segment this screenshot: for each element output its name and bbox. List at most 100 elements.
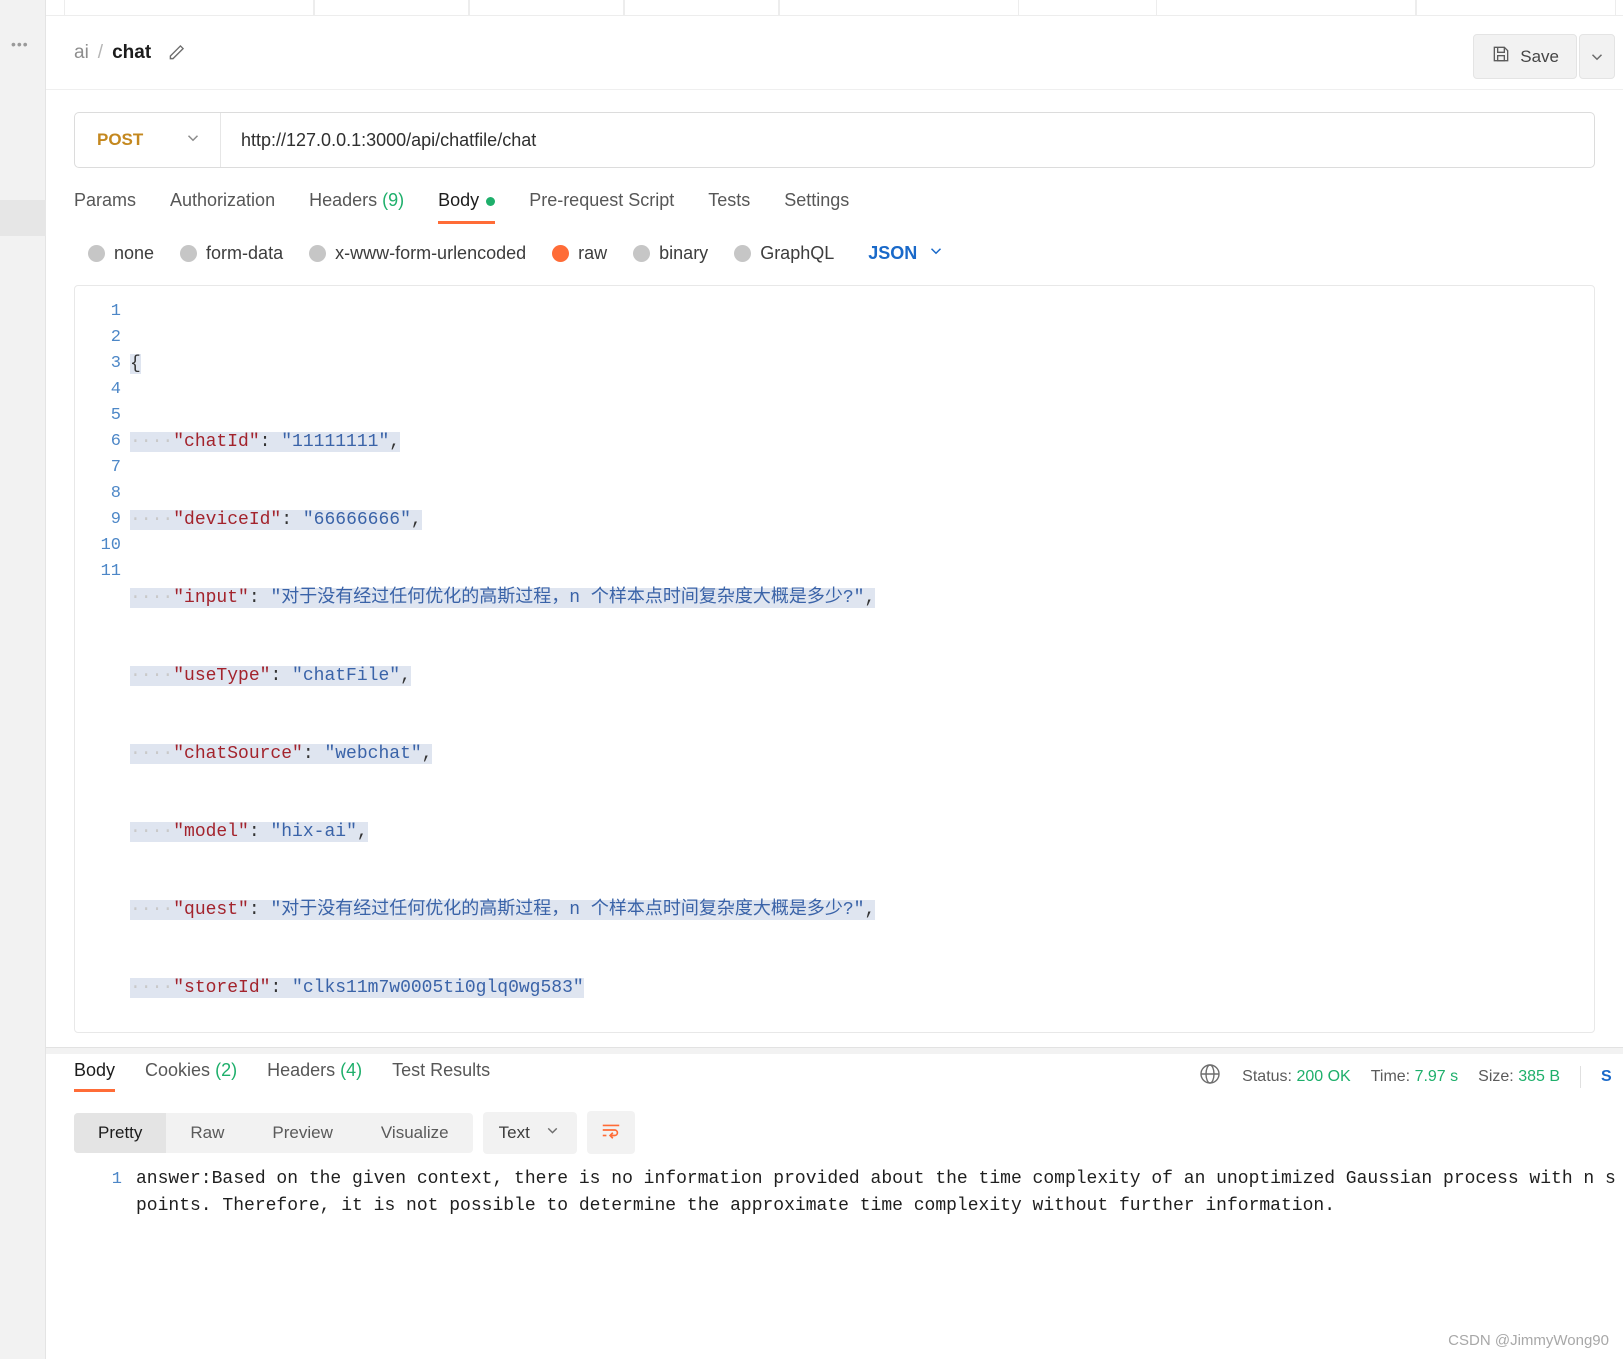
request-header: ai / chat Save xyxy=(46,16,1623,90)
code-value: "对于没有经过任何优化的高斯过程，n 个样本点时间复杂度大概是多少?" xyxy=(270,588,865,608)
response-line-numbers: 1 xyxy=(74,1166,136,1359)
globe-icon[interactable] xyxy=(1198,1062,1222,1091)
save-button[interactable]: Save xyxy=(1473,34,1577,79)
size-value: 385 B xyxy=(1518,1067,1560,1085)
body-type-form-data[interactable]: form-data xyxy=(180,243,283,264)
rail-more-options-icon[interactable]: ••• xyxy=(11,37,35,51)
tab-label: Settings xyxy=(784,190,850,210)
tab-label: Headers xyxy=(309,190,378,210)
code-key: "input" xyxy=(173,588,249,608)
tab-label: Params xyxy=(74,190,137,210)
body-type-raw[interactable]: raw xyxy=(552,243,607,264)
breadcrumb: ai / chat xyxy=(74,42,187,64)
response-tab-headers[interactable]: Headers (4) xyxy=(267,1060,362,1092)
rail-active-indicator[interactable] xyxy=(0,200,46,236)
tab-tests[interactable]: Tests xyxy=(708,190,750,224)
save-button-label: Save xyxy=(1520,46,1559,66)
line-number: 11 xyxy=(100,562,121,581)
view-raw[interactable]: Raw xyxy=(166,1113,248,1153)
save-response-link[interactable]: S xyxy=(1601,1068,1613,1086)
header-actions: Save xyxy=(1473,34,1615,79)
response-body: 1 answer:Based on the given context, the… xyxy=(74,1166,1623,1359)
status-badge: Status: 200 OK xyxy=(1242,1068,1351,1086)
response-tabs: Body Cookies (2) Headers (4) Test Result… xyxy=(74,1060,490,1092)
body-type-label: form-data xyxy=(206,243,284,263)
save-options-button[interactable] xyxy=(1579,34,1615,79)
request-body-editor[interactable]: 1 2 3 4 5 6 7 8 9 10 11 { ····"chatId": … xyxy=(74,285,1595,1033)
code-token: , xyxy=(389,432,401,452)
breadcrumb-parent[interactable]: ai xyxy=(74,42,89,64)
code-value: "chatFile" xyxy=(292,666,401,686)
time-badge: Time: 7.97 s xyxy=(1371,1068,1458,1086)
code-line: ····"chatId": "11111111", xyxy=(130,432,401,452)
tab-stub[interactable] xyxy=(314,0,469,16)
line-number: 7 xyxy=(110,458,121,477)
wrap-lines-button[interactable] xyxy=(586,1111,635,1154)
tab-stub[interactable] xyxy=(1416,0,1616,16)
body-type-label: x-www-form-urlencoded xyxy=(335,243,527,263)
editor-content[interactable]: { ····"chatId": "11111111", ····"deviceI… xyxy=(130,286,1594,1032)
status-label: Status: xyxy=(1242,1067,1292,1085)
tab-settings[interactable]: Settings xyxy=(784,190,849,224)
tab-headers[interactable]: Headers (9) xyxy=(309,190,404,224)
body-type-graphql[interactable]: GraphQL xyxy=(734,243,834,264)
tab-stub[interactable] xyxy=(1156,0,1416,16)
code-key: "chatSource" xyxy=(173,744,303,764)
code-token: { xyxy=(130,354,141,374)
response-tab-body[interactable]: Body xyxy=(74,1060,116,1092)
cookies-count: (2) xyxy=(215,1060,238,1080)
response-type-label: Text xyxy=(498,1122,530,1142)
method-label: POST xyxy=(97,130,144,149)
url-bar: POST http://127.0.0.1:3000/api/chatfile/… xyxy=(74,112,1595,168)
view-preview[interactable]: Preview xyxy=(248,1113,356,1153)
url-input[interactable]: http://127.0.0.1:3000/api/chatfile/chat xyxy=(221,113,1594,167)
tab-authorization[interactable]: Authorization xyxy=(170,190,275,224)
radio-icon xyxy=(180,245,198,262)
response-meta: Status: 200 OK Time: 7.97 s Size: 385 B … xyxy=(1198,1062,1613,1091)
body-modified-dot-icon xyxy=(486,196,496,206)
tab-pre-request-script[interactable]: Pre-request Script xyxy=(529,190,674,224)
tab-stub[interactable] xyxy=(779,0,1019,16)
code-token: , xyxy=(421,744,433,764)
code-line: ····"storeId": "clks11m7w0005ti0glq0wg58… xyxy=(130,978,584,998)
body-type-none[interactable]: none xyxy=(88,243,154,264)
tab-stub[interactable] xyxy=(469,0,624,16)
line-number: 8 xyxy=(110,484,121,503)
method-select[interactable]: POST xyxy=(75,113,221,167)
editor-line-numbers: 1 2 3 4 5 6 7 8 9 10 11 xyxy=(75,286,130,1032)
tab-params[interactable]: Params xyxy=(74,190,136,224)
body-type-label: binary xyxy=(659,243,709,263)
request-tabs: Params Authorization Headers (9) Body Pr… xyxy=(46,168,1623,224)
view-visualize[interactable]: Visualize xyxy=(357,1113,473,1153)
code-value: "hix-ai" xyxy=(270,822,357,842)
tab-label: Body xyxy=(74,1060,116,1080)
left-rail: ••• xyxy=(0,0,46,1359)
body-type-binary[interactable]: binary xyxy=(633,243,708,264)
radio-icon xyxy=(734,245,752,262)
view-pretty[interactable]: Pretty xyxy=(74,1112,167,1153)
response-tab-test-results[interactable]: Test Results xyxy=(392,1060,490,1092)
body-type-x-www-form-urlencoded[interactable]: x-www-form-urlencoded xyxy=(309,243,526,264)
code-token: , xyxy=(410,510,422,530)
code-token: , xyxy=(864,900,876,920)
tab-stub[interactable] xyxy=(624,0,779,16)
tab-label: Body xyxy=(438,190,480,210)
tab-stub[interactable] xyxy=(64,0,314,16)
pencil-icon[interactable] xyxy=(166,42,187,63)
code-token: , xyxy=(356,822,368,842)
tab-label: Test Results xyxy=(392,1060,491,1080)
breadcrumb-current[interactable]: chat xyxy=(112,42,151,64)
response-view-segmented: Pretty Raw Preview Visualize xyxy=(74,1112,473,1153)
response-tab-cookies[interactable]: Cookies (2) xyxy=(145,1060,237,1092)
line-number: 10 xyxy=(100,536,121,555)
code-value: "webchat" xyxy=(324,744,422,764)
time-label: Time: xyxy=(1370,1067,1411,1085)
code-key: "model" xyxy=(173,822,249,842)
chevron-down-icon xyxy=(1591,53,1603,60)
raw-format-select[interactable]: JSON xyxy=(868,242,945,265)
body-type-label: none xyxy=(114,243,155,263)
response-type-select[interactable]: Text xyxy=(482,1111,577,1154)
code-token: , xyxy=(864,588,876,608)
raw-format-label: JSON xyxy=(868,243,918,263)
tab-body[interactable]: Body xyxy=(438,190,496,224)
